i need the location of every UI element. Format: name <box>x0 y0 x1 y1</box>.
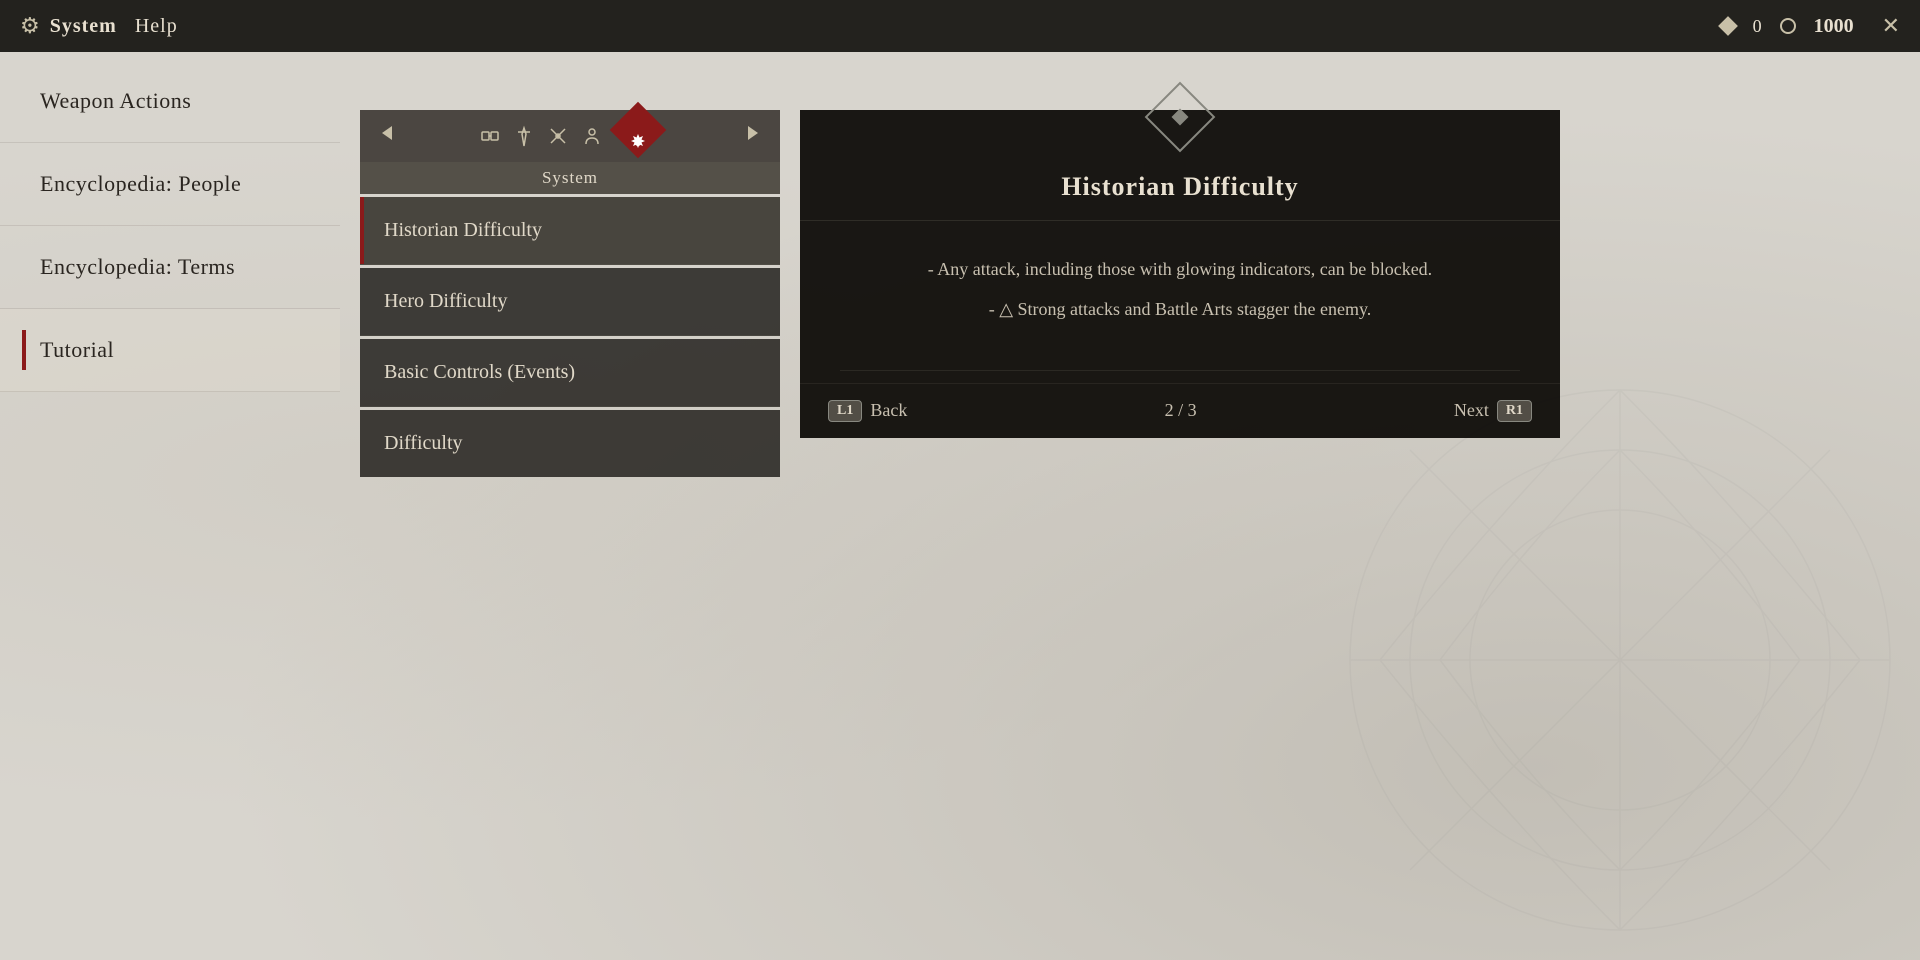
detail-content-line-1: - Any attack, including those with glowi… <box>840 253 1520 285</box>
circle-icon <box>1780 18 1796 34</box>
detail-title: Historian Difficulty <box>1061 152 1298 202</box>
tab-label-bar: System <box>360 162 780 194</box>
menu-item-basic-controls[interactable]: Basic Controls (Events) <box>360 339 780 407</box>
page-total: 3 <box>1188 400 1197 420</box>
tab-icon-1[interactable] <box>476 122 504 150</box>
tab-icon-system-active[interactable] <box>616 114 660 158</box>
next-button[interactable]: Next R1 <box>1454 400 1532 422</box>
page-indicator: 2 / 3 <box>1165 400 1197 421</box>
page-separator: / <box>1178 400 1188 420</box>
menu-item-basic-controls-label: Basic Controls (Events) <box>384 361 575 383</box>
bg-ornament-right <box>1320 360 1920 960</box>
page-current: 2 <box>1165 400 1174 420</box>
topbar: ⚙ System Help 0 1000 ✕ <box>0 0 1920 52</box>
sidebar-label-weapon-actions: Weapon Actions <box>40 88 191 113</box>
menu-item-historian[interactable]: Historian Difficulty <box>360 197 780 265</box>
back-badge: L1 <box>828 400 862 422</box>
sidebar-item-weapon-actions[interactable]: Weapon Actions <box>0 60 340 143</box>
detail-header: Historian Difficulty <box>800 130 1560 221</box>
detail-diamond-decoration <box>800 110 1560 130</box>
menu-item-historian-label: Historian Difficulty <box>384 219 542 241</box>
detail-divider <box>840 370 1520 371</box>
category-tabs-bar <box>360 110 780 162</box>
close-button[interactable]: ✕ <box>1882 13 1900 39</box>
back-label: Back <box>870 400 907 421</box>
topbar-system-label: System <box>50 15 117 38</box>
sidebar-label-tutorial: Tutorial <box>40 337 114 362</box>
tab-icon-2[interactable] <box>510 122 538 150</box>
back-button[interactable]: L1 Back <box>828 400 907 422</box>
tab-nav-right[interactable] <box>742 122 764 150</box>
detail-content-line-2: - △ Strong attacks and Battle Arts stagg… <box>840 293 1520 325</box>
tab-icon-3[interactable] <box>544 122 572 150</box>
sidebar-item-tutorial[interactable]: Tutorial <box>0 309 340 392</box>
topbar-currency: 1000 <box>1814 15 1854 38</box>
tab-nav-left[interactable] <box>376 122 398 150</box>
next-badge: R1 <box>1497 400 1532 422</box>
topbar-left: ⚙ System Help <box>20 13 178 39</box>
sidebar-label-encyclopedia-people: Encyclopedia: People <box>40 171 241 196</box>
detail-footer: L1 Back 2 / 3 Next R1 <box>800 383 1560 438</box>
sidebar: Weapon Actions Encyclopedia: People Ency… <box>0 60 340 392</box>
sidebar-label-encyclopedia-terms: Encyclopedia: Terms <box>40 254 235 279</box>
menu-list: Historian Difficulty Hero Difficulty Bas… <box>360 197 780 477</box>
diamond-currency-icon <box>1718 16 1738 36</box>
topbar-right: 0 1000 ✕ <box>1721 13 1900 39</box>
next-label: Next <box>1454 400 1489 421</box>
gear-icon: ⚙ <box>20 13 40 39</box>
topbar-help-label: Help <box>135 15 178 38</box>
menu-item-difficulty[interactable]: Difficulty <box>360 410 780 477</box>
topbar-count: 0 <box>1753 16 1762 37</box>
sidebar-item-encyclopedia-people[interactable]: Encyclopedia: People <box>0 143 340 226</box>
tab-label-text: System <box>542 168 598 187</box>
center-panel: System Historian Difficulty Hero Difficu… <box>360 110 780 477</box>
tab-icon-4[interactable] <box>578 122 606 150</box>
menu-item-hero-label: Hero Difficulty <box>384 290 508 312</box>
menu-item-difficulty-label: Difficulty <box>384 432 463 454</box>
detail-panel: Historian Difficulty - Any attack, inclu… <box>800 110 1560 438</box>
tab-icons <box>476 114 664 158</box>
detail-content: - Any attack, including those with glowi… <box>800 221 1560 358</box>
menu-item-hero[interactable]: Hero Difficulty <box>360 268 780 336</box>
sidebar-item-encyclopedia-terms[interactable]: Encyclopedia: Terms <box>0 226 340 309</box>
